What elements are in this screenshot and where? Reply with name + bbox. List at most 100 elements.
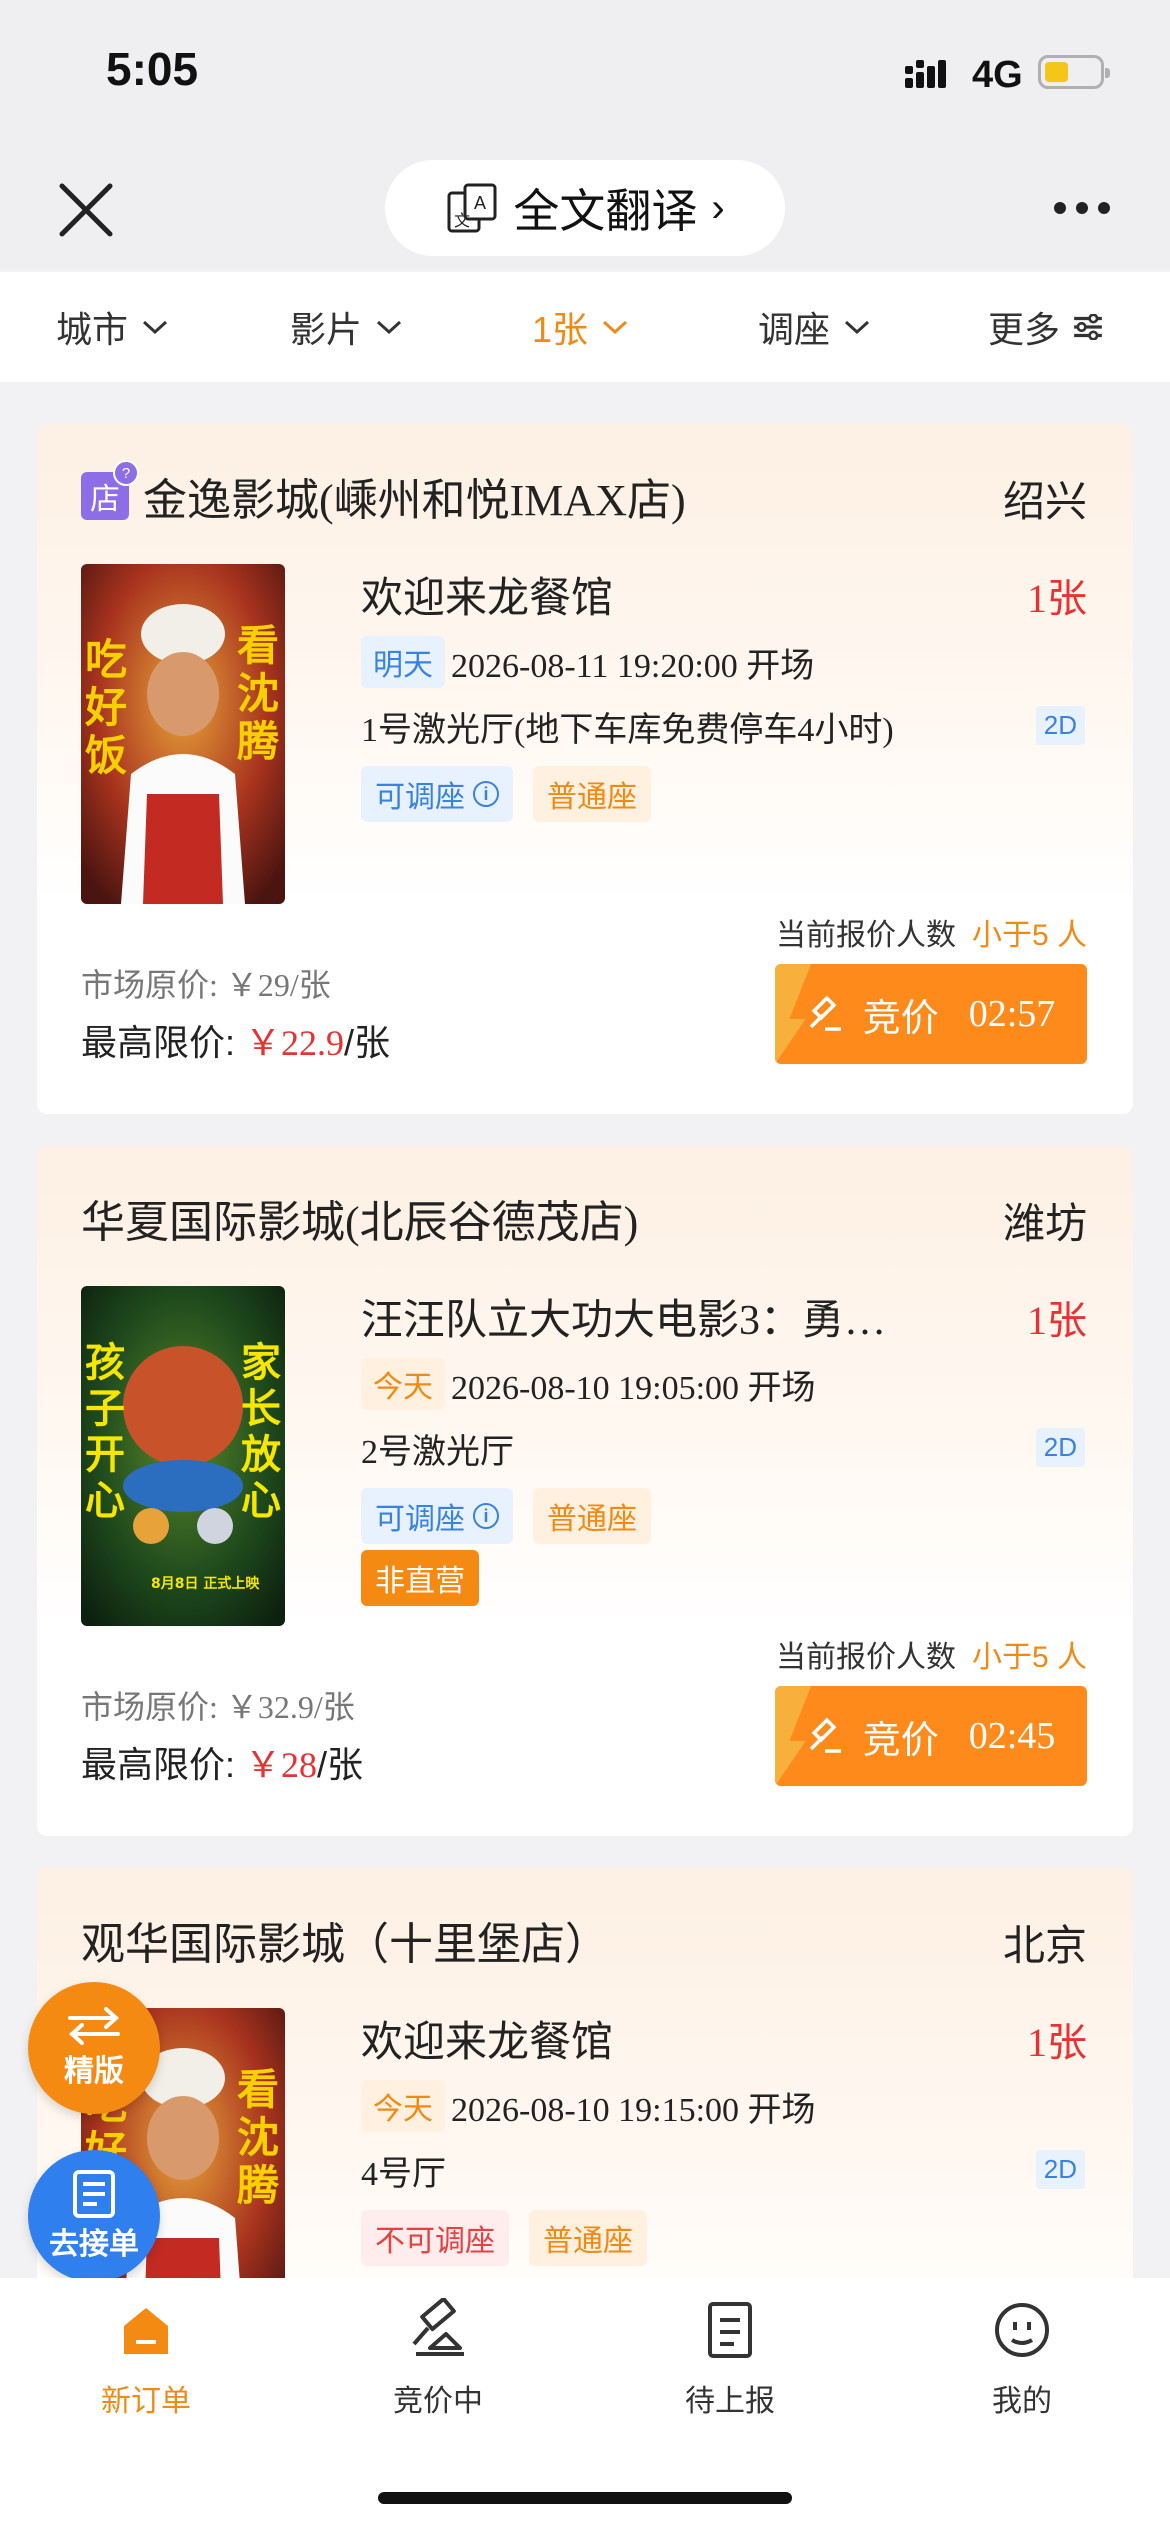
svg-text:沈: 沈	[237, 2113, 279, 2162]
svg-text:孩: 孩	[85, 1340, 125, 1386]
format-badge: 2D	[1035, 2150, 1085, 2189]
svg-text:好: 好	[84, 683, 127, 732]
market-price: 市场原价: ￥29/张	[81, 967, 331, 1003]
adjust-tag[interactable]: 可调座 i	[361, 766, 513, 822]
tag-row: 可调座 i 普通座	[361, 1488, 651, 1544]
chevron-right-icon: ›	[711, 185, 725, 230]
seat-type-tag: 普通座	[533, 766, 651, 822]
filter-more[interactable]: 更多	[988, 272, 1104, 382]
svg-text:腾: 腾	[237, 717, 280, 766]
svg-text:开: 开	[85, 1432, 125, 1478]
premium-toggle-button[interactable]: 精版	[28, 1982, 160, 2114]
tag-row: 不可调座 普通座	[361, 2210, 647, 2266]
document-icon	[73, 2170, 115, 2218]
filter-movie[interactable]: 影片	[290, 272, 404, 382]
tag-row: 非直营	[361, 1550, 479, 1606]
seat-type-tag: 普通座	[533, 1488, 651, 1544]
chevron-down-icon	[377, 320, 402, 335]
svg-text:A: A	[474, 193, 486, 213]
svg-text:看: 看	[237, 2065, 279, 2114]
gavel-icon	[809, 995, 841, 1031]
showtime: 2026-08-10 19:05:00 开场	[451, 1370, 816, 1407]
filter-city[interactable]: 城市	[56, 272, 170, 382]
tab-label: 竞价中	[393, 2385, 483, 2418]
swap-icon	[68, 2007, 120, 2045]
tab-profile[interactable]: 我的	[922, 2298, 1122, 2420]
status-time: 5:05	[106, 43, 199, 95]
adjust-tag[interactable]: 可调座 i	[361, 1488, 513, 1544]
report-icon	[708, 2302, 752, 2358]
tab-pending-report[interactable]: 待上报	[630, 2298, 830, 2420]
non-direct-tag: 非直营	[361, 1550, 479, 1606]
close-icon[interactable]	[56, 180, 116, 240]
svg-text:饭: 饭	[85, 731, 127, 780]
countdown: 02:57	[968, 993, 1056, 1035]
filter-ticket-count[interactable]: 1张	[532, 272, 630, 382]
tab-bidding[interactable]: 竞价中	[338, 2298, 538, 2420]
ticket-count: 1张	[1027, 576, 1087, 621]
filter-bar: 城市 影片 1张 调座 更多	[0, 272, 1170, 382]
tab-new-orders[interactable]: 新订单	[46, 2298, 246, 2420]
home-icon	[124, 2308, 168, 2354]
chevron-down-icon	[143, 320, 168, 335]
poster-left-text: 吃	[85, 635, 127, 684]
hall-name: 4号厅	[361, 2156, 446, 2193]
svg-text:家: 家	[241, 1340, 281, 1386]
city-label: 潍坊	[1002, 1202, 1087, 1248]
translate-button[interactable]: A 文 全文翻译 ›	[385, 160, 785, 256]
cinema-name: 店? 金逸影城(嵊州和悦IMAX店)	[81, 460, 686, 528]
network-type: 4G	[972, 54, 1023, 96]
day-tag: 明天	[361, 636, 445, 688]
translate-label: 全文翻译	[513, 185, 698, 237]
profile-icon	[995, 2303, 1049, 2357]
svg-text:沈: 沈	[237, 669, 279, 718]
tab-label: 我的	[992, 2385, 1052, 2418]
cinema-name: 华夏国际影城(北辰谷德茂店)	[81, 1186, 638, 1250]
translate-icon: A 文	[447, 183, 497, 233]
svg-text:心: 心	[241, 1478, 281, 1524]
format-badge: 2D	[1035, 1428, 1085, 1467]
order-card[interactable]: 店? 金逸影城(嵊州和悦IMAX店) 绍兴 吃 好 饭 看 沈 腾 欢迎来龙餐馆…	[37, 424, 1133, 1114]
cinema-name-text: 华夏国际影城(北辰谷德茂店)	[81, 1198, 639, 1247]
more-options-icon[interactable]	[1054, 202, 1114, 218]
filter-seat-adjust-label: 调座	[758, 309, 831, 350]
bid-label: 竞价	[862, 1719, 939, 1762]
home-indicator[interactable]	[378, 2492, 792, 2504]
filter-seat-adjust[interactable]: 调座	[758, 272, 872, 382]
hall-name: 2号激光厅	[361, 1434, 514, 1471]
svg-text:长: 长	[241, 1386, 281, 1432]
info-icon[interactable]: i	[473, 1503, 499, 1529]
max-price: 最高限价: ￥28/张	[81, 1744, 364, 1785]
take-order-button[interactable]: 去接单	[28, 2150, 160, 2282]
nav-bar: A 文 全文翻译 ›	[0, 150, 1170, 270]
bid-button[interactable]: 竞价 02:45	[775, 1686, 1087, 1786]
ticket-count: 1张	[1027, 2020, 1087, 2065]
filter-ticket-count-label: 1张	[532, 309, 589, 350]
cinema-name: 观华国际影城（十里堡店）	[81, 1908, 609, 1972]
store-badge: 店?	[81, 460, 139, 520]
order-card[interactable]: 观华国际影城（十里堡店） 北京 吃 好 看 沈 腾 欢迎来龙餐馆 1张 今天 2…	[37, 1868, 1133, 2288]
sliders-icon	[1074, 314, 1102, 340]
showtime: 2026-08-11 19:20:00 开场	[451, 648, 815, 685]
bid-button[interactable]: 竞价 02:57	[775, 964, 1087, 1064]
info-icon[interactable]: i	[473, 781, 499, 807]
svg-text:看: 看	[237, 621, 279, 670]
day-tag: 今天	[361, 1358, 445, 1410]
cinema-name-text: 观华国际影城（十里堡店）	[81, 1920, 609, 1969]
movie-title: 欢迎来龙餐馆	[361, 576, 614, 622]
tab-label: 新订单	[101, 2385, 191, 2418]
countdown: 02:45	[968, 1715, 1056, 1757]
market-price: 市场原价: ￥32.9/张	[81, 1689, 355, 1725]
svg-text:放: 放	[241, 1432, 281, 1478]
bid-label: 竞价	[862, 997, 939, 1040]
tab-label: 待上报	[685, 2385, 775, 2418]
tag-row: 可调座 i 普通座	[361, 766, 651, 822]
order-card[interactable]: 华夏国际影城(北辰谷德茂店) 潍坊 孩 子 开 心 家 长 放 心 8月8日 正…	[37, 1146, 1133, 1836]
showtime: 2026-08-10 19:15:00 开场	[451, 2092, 816, 2129]
svg-text:子: 子	[85, 1386, 125, 1432]
seat-type-tag: 普通座	[529, 2210, 647, 2266]
svg-text:心: 心	[85, 1478, 125, 1524]
hall-name: 1号激光厅(地下车库免费停车4小时)	[361, 712, 894, 749]
ticket-count: 1张	[1027, 1298, 1087, 1343]
signal-icon	[905, 60, 946, 88]
